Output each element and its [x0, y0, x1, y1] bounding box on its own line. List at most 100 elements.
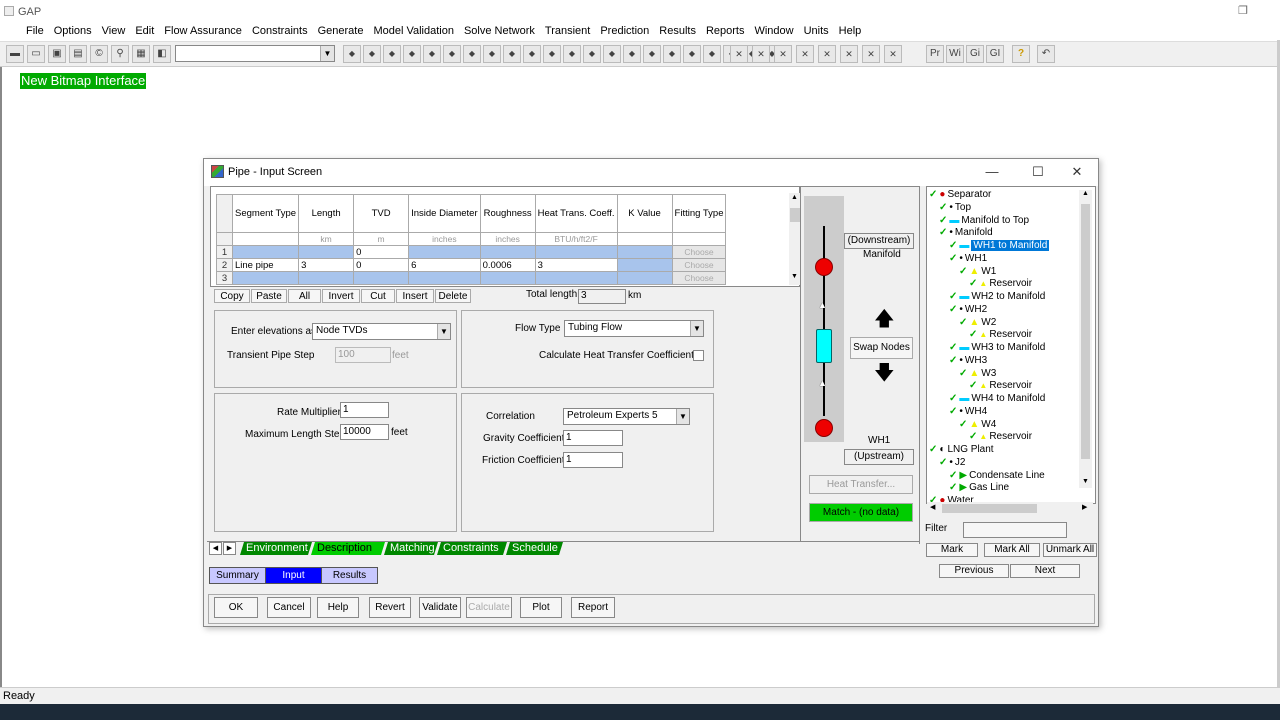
check-icon[interactable]: ✓ [949, 304, 957, 315]
scroll-up-icon[interactable]: ▲ [1082, 190, 1089, 197]
grid-cell[interactable] [231, 245, 300, 259]
grid-cell[interactable]: 0.0006 [479, 258, 536, 272]
check-icon[interactable]: ✓ [949, 253, 957, 264]
toolbar-tool-icon[interactable]: ◆ [663, 45, 681, 63]
grid-cell[interactable] [534, 245, 618, 259]
check-icon[interactable]: ✓ [959, 368, 967, 379]
menu-options[interactable]: Options [49, 22, 97, 40]
tree-item-wh2-to-manifold[interactable]: ✓ ▬ WH2 to Manifold [949, 291, 1045, 303]
tree-item-reservoir[interactable]: ✓ ▲ Reservoir [969, 431, 1032, 443]
row-number[interactable]: 3 [216, 271, 233, 285]
toolbar-tool-icon[interactable]: ▤ [69, 45, 87, 63]
tree-item-w2[interactable]: ✓ ▲ W2 [959, 317, 996, 329]
elevation-select[interactable]: Node TVDs ▼ [312, 323, 451, 340]
results-button[interactable]: Results [321, 567, 378, 584]
grid-cell[interactable]: Line pipe [231, 258, 300, 272]
toolbar-tool-icon[interactable]: ◆ [543, 45, 561, 63]
choose-fitting-button[interactable]: Choose [671, 271, 727, 285]
menu-view[interactable]: View [97, 22, 131, 40]
check-icon[interactable]: ✓ [949, 393, 957, 404]
menu-model-validation[interactable]: Model Validation [368, 22, 459, 40]
choose-fitting-button[interactable]: Choose [671, 245, 727, 259]
toolbar-tool-icon[interactable]: ✕ [818, 45, 836, 63]
copy-button[interactable]: Copy [214, 289, 250, 303]
toolbar-tool-icon[interactable]: ✕ [884, 45, 902, 63]
check-icon[interactable]: ✓ [949, 470, 957, 481]
tree-item-w4[interactable]: ✓ ▲ W4 [959, 419, 996, 431]
check-icon[interactable]: ✓ [929, 189, 937, 200]
tree-item-wh3[interactable]: ✓ • WH3 [949, 355, 987, 367]
grid-cell[interactable] [408, 271, 481, 285]
tree-item-w1[interactable]: ✓ ▲ W1 [959, 266, 996, 278]
toolbar-tool-icon[interactable]: ◆ [643, 45, 661, 63]
tree-item-manifold[interactable]: ✓ • Manifold [939, 227, 993, 239]
cancel-button[interactable]: Cancel [267, 597, 311, 618]
toolbar-tool-icon[interactable]: ⚲ [111, 45, 129, 63]
menu-transient[interactable]: Transient [540, 22, 595, 40]
max-length-step-field[interactable]: 10000 [340, 424, 389, 440]
tree-item-wh4[interactable]: ✓ • WH4 [949, 406, 987, 418]
tree-item-wh1-to-manifold[interactable]: ✓ ▬ WH1 to Manifold [949, 240, 1050, 252]
check-icon[interactable]: ✓ [949, 240, 957, 251]
grid-cell[interactable]: 3 [534, 258, 618, 272]
menu-prediction[interactable]: Prediction [595, 22, 654, 40]
tree-item-top[interactable]: ✓ • Top [939, 202, 971, 214]
match-button[interactable]: Match - (no data) [809, 503, 913, 522]
grid-cell[interactable] [616, 271, 673, 285]
toolbar-tool-icon[interactable]: ▣ [48, 45, 66, 63]
toolbar-gi-button[interactable]: GI [986, 45, 1004, 63]
grid-cell[interactable]: 6 [408, 258, 481, 272]
menu-generate[interactable]: Generate [313, 22, 369, 40]
scrollbar-thumb[interactable] [942, 504, 1037, 513]
check-icon[interactable]: ✓ [949, 342, 957, 353]
toolbar-tool-icon[interactable]: ◆ [603, 45, 621, 63]
toolbar-tool-icon[interactable]: ◆ [363, 45, 381, 63]
revert-button[interactable]: Revert [369, 597, 411, 618]
menu-units[interactable]: Units [799, 22, 834, 40]
validate-button[interactable]: Validate [419, 597, 461, 618]
toolbar-tool-icon[interactable]: ◆ [443, 45, 461, 63]
tab-right-icon[interactable]: ▶ [223, 542, 236, 555]
toolbar-tool-icon[interactable]: ◆ [623, 45, 641, 63]
toolbar-tool-icon[interactable]: ▭ [27, 45, 45, 63]
scroll-down-icon[interactable]: ▼ [1082, 478, 1089, 485]
toolbar-tool-icon[interactable]: ✕ [730, 45, 748, 63]
gravity-coefficient-field[interactable]: 1 [563, 430, 623, 446]
tree-item-j2[interactable]: ✓ • J2 [939, 457, 965, 469]
toolbar-tool-icon[interactable]: ✕ [752, 45, 770, 63]
grid-cell[interactable] [616, 258, 673, 272]
filter-input[interactable] [963, 522, 1067, 538]
grid-cell[interactable] [353, 271, 410, 285]
check-icon[interactable]: ✓ [969, 278, 977, 289]
toolbar-tool-icon[interactable]: ◆ [523, 45, 541, 63]
unmark-all-button[interactable]: Unmark All [1043, 543, 1097, 557]
toolbar-tool-icon[interactable]: ◆ [403, 45, 421, 63]
toolbar-wi-button[interactable]: Wi [946, 45, 964, 63]
scrollbar-thumb[interactable] [1081, 204, 1090, 459]
friction-coefficient-field[interactable]: 1 [563, 452, 623, 468]
row-number[interactable]: 1 [216, 245, 233, 259]
toolbar-tool-icon[interactable]: ▦ [132, 45, 150, 63]
plot-button[interactable]: Plot [520, 597, 562, 618]
toolbar-tool-icon[interactable]: ✕ [774, 45, 792, 63]
check-icon[interactable]: ✓ [959, 266, 967, 277]
paste-button[interactable]: Paste [251, 289, 287, 303]
undo-icon[interactable]: ↶ [1037, 45, 1055, 63]
calculate-button[interactable]: Calculate [466, 597, 512, 618]
grid-cell[interactable] [534, 271, 618, 285]
row-number[interactable]: 2 [216, 258, 233, 272]
scroll-down-icon[interactable]: ▼ [791, 273, 798, 280]
toolbar-tool-icon[interactable]: ◆ [683, 45, 701, 63]
scroll-up-icon[interactable]: ▲ [791, 194, 798, 201]
check-icon[interactable]: ✓ [969, 431, 977, 442]
choose-fitting-button[interactable]: Choose [671, 258, 727, 272]
toolbar-tool-icon[interactable]: ◆ [483, 45, 501, 63]
menu-flow-assurance[interactable]: Flow Assurance [159, 22, 247, 40]
toolbar-tool-icon[interactable]: ▬ [6, 45, 24, 63]
tree-item-w3[interactable]: ✓ ▲ W3 [959, 368, 996, 380]
tree-item-wh1[interactable]: ✓ • WH1 [949, 253, 987, 265]
scroll-left-icon[interactable]: ◀ [930, 503, 935, 511]
tree-item-reservoir[interactable]: ✓ ▲ Reservoir [969, 329, 1032, 341]
check-icon[interactable]: ✓ [939, 227, 947, 238]
upstream-node-icon[interactable] [815, 419, 833, 437]
